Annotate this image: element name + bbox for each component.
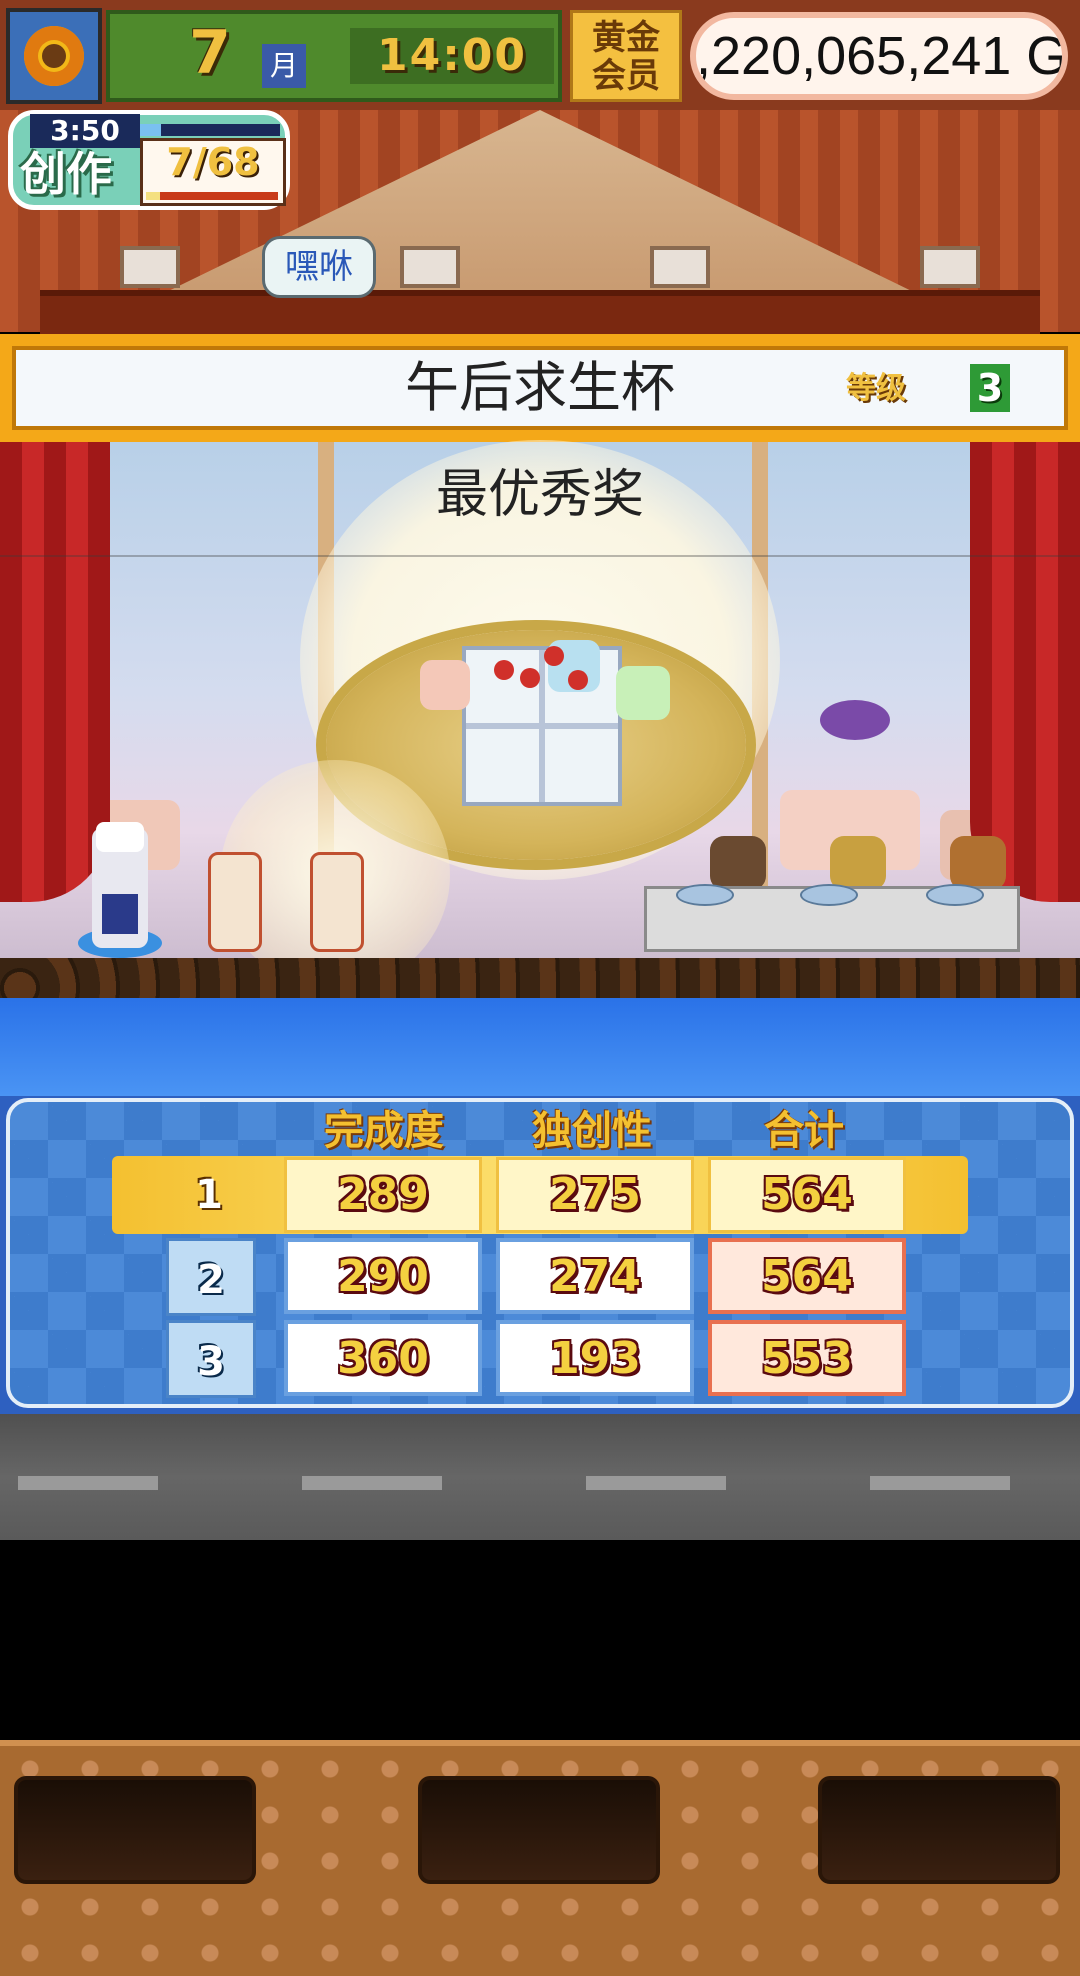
rank-3: 3 [166, 1320, 256, 1398]
window [400, 246, 460, 288]
grade-label: 等级 [846, 371, 906, 406]
rank-1: 1 [195, 1172, 223, 1218]
creation-label: 创作 [20, 147, 112, 201]
creation-progress: 7/68 [166, 140, 260, 184]
planet-decoration [820, 700, 890, 740]
chef-character[interactable] [92, 822, 148, 948]
strawberry [494, 660, 514, 680]
judge-character [710, 836, 766, 890]
strawberry [568, 670, 588, 690]
month-number: 7 [189, 18, 231, 88]
award-title: 最优秀奖 [435, 465, 644, 525]
window [120, 246, 180, 288]
road-marking [870, 1476, 1010, 1490]
score-total: 564 [708, 1238, 906, 1314]
strawberry [544, 646, 564, 666]
judge-character [950, 836, 1006, 890]
divider [0, 555, 1080, 557]
judge-plate [926, 884, 984, 906]
progress-bar [146, 192, 278, 200]
strawberry [520, 668, 540, 688]
bottom-slot-button[interactable] [14, 1776, 256, 1884]
bottom-slot-button[interactable] [818, 1776, 1060, 1884]
score-originality: 275 [496, 1157, 694, 1233]
grade-value: 3 [970, 364, 1010, 412]
window [920, 246, 980, 288]
rank-2: 2 [166, 1238, 256, 1316]
progress-bar-fill [146, 192, 160, 200]
road-marking [18, 1476, 158, 1490]
contest-name: 午后求生杯 [405, 356, 675, 419]
timer-bar [140, 124, 280, 136]
judge-character [830, 836, 886, 890]
clock-time: 14:00 [376, 30, 528, 81]
timer-bar-fill [140, 124, 161, 136]
judge-plate [800, 884, 858, 906]
sunflower-icon[interactable] [6, 8, 102, 104]
staff-character[interactable] [310, 852, 364, 952]
staff-character[interactable] [208, 852, 262, 952]
money-display: ,220,065,241 G [690, 12, 1068, 100]
member-badge: 黄金 会员 [570, 10, 682, 102]
score-originality: 193 [496, 1320, 694, 1396]
road-marking [302, 1476, 442, 1490]
column-header-total: 合计 [764, 1108, 844, 1154]
score-completion: 290 [284, 1238, 482, 1314]
curtain-right [970, 442, 1080, 902]
speech-bubble: 嘿咻 [262, 236, 376, 298]
window [650, 246, 710, 288]
score-total: 564 [708, 1157, 906, 1233]
house-eave [40, 290, 1040, 336]
column-header-completion: 完成度 [324, 1108, 444, 1154]
score-completion: 360 [284, 1320, 482, 1396]
month-label: 月 [262, 44, 306, 88]
bottom-slot-button[interactable] [418, 1776, 660, 1884]
macaron [420, 660, 470, 710]
macaron [616, 666, 670, 720]
blue-band [0, 998, 1080, 1096]
score-completion: 289 [284, 1157, 482, 1233]
judge-plate [676, 884, 734, 906]
score-originality: 274 [496, 1238, 694, 1314]
score-total: 553 [708, 1320, 906, 1396]
road-marking [586, 1476, 726, 1490]
column-header-originality: 独创性 [532, 1108, 652, 1154]
audience [0, 958, 1080, 1000]
